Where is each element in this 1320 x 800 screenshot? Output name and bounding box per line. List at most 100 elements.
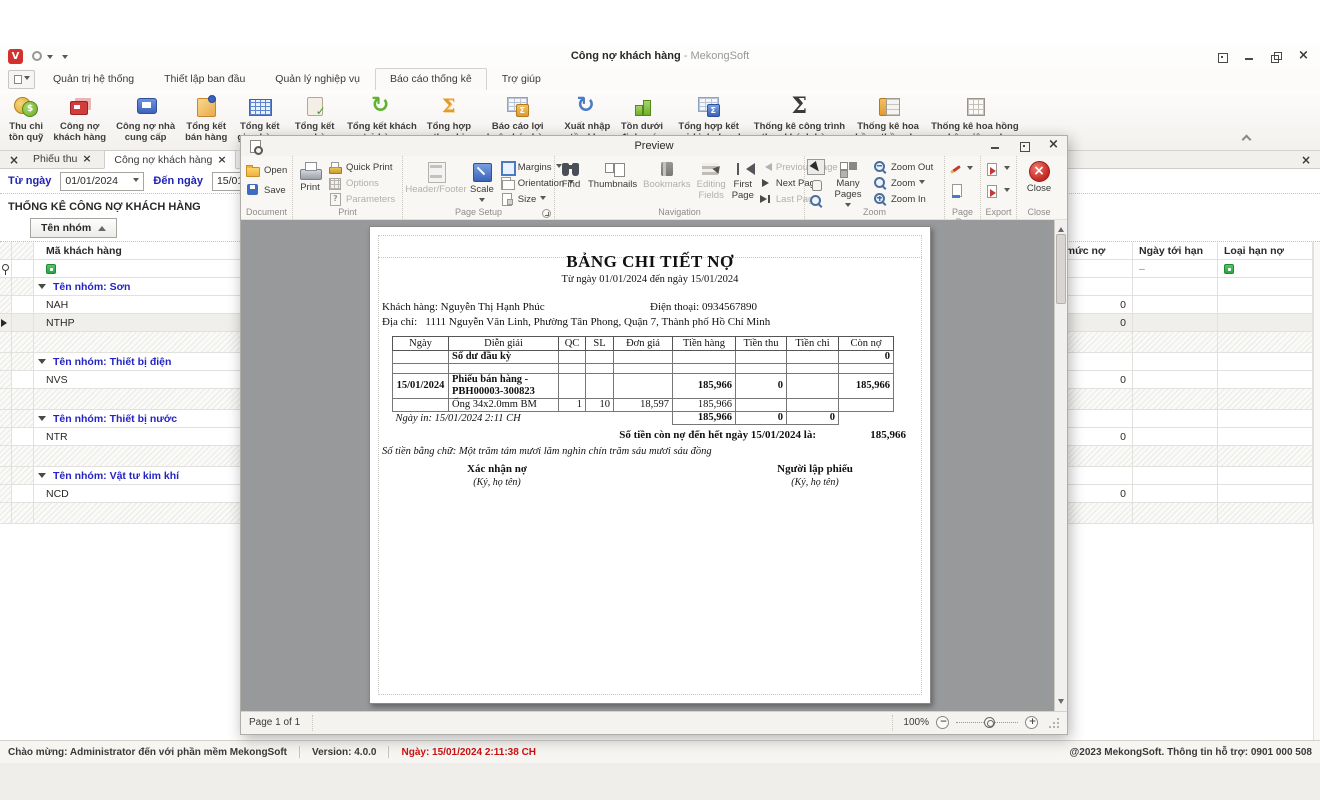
ribbon-button[interactable]: Công nợ khách hàng (48, 90, 111, 144)
close-preview-button[interactable]: Close (1019, 159, 1059, 195)
quick-print-button[interactable]: Quick Print (325, 159, 398, 175)
status-bar: Chào mừng: Administrator đến với phần mề… (0, 740, 1320, 763)
report-column-header: Đơn giá (613, 336, 673, 351)
ribbon-button[interactable]: Công nợ nhà cung cấp (111, 90, 180, 144)
preview-title-bar[interactable]: Preview (241, 136, 1067, 156)
save-button[interactable]: Save (243, 182, 290, 198)
options-button[interactable]: Options (325, 175, 398, 191)
resize-grip-icon[interactable] (1049, 718, 1059, 728)
ribbon-button[interactable]: Thu chi tồn quỹ (4, 90, 48, 144)
preview-scrollbar[interactable] (1054, 220, 1067, 711)
zoom-out-button[interactable]: Zoom Out (871, 159, 936, 175)
ribbon-tab-3[interactable]: Quản lý nghiệp vụ (260, 68, 375, 90)
editing-fields-button[interactable]: Editing Fields (694, 159, 729, 202)
next-page-icon (760, 177, 772, 189)
group-label-text: Tên nhóm: Thiết bị điện (53, 355, 172, 368)
scale-button[interactable]: Scale (467, 159, 497, 205)
collapse-group-icon[interactable] (38, 473, 46, 482)
ribbon-app-button[interactable] (8, 70, 35, 89)
send-document-button[interactable] (983, 183, 1014, 199)
ribbon-tab-2[interactable]: Thiết lập ban đầu (149, 68, 260, 90)
preview-minimize-icon[interactable] (990, 141, 1000, 151)
print-label: Print (300, 182, 320, 193)
filter-icon (46, 263, 56, 274)
hand-icon (810, 178, 822, 191)
debt-type-cell (1218, 296, 1313, 314)
first-page-label: First Page (731, 179, 754, 201)
preview-close-icon[interactable] (1048, 138, 1059, 152)
chevron-down-icon[interactable] (133, 177, 140, 185)
find-button[interactable]: Find (557, 159, 585, 191)
group-by-button[interactable]: Tên nhóm (30, 218, 118, 238)
preview-maximize-icon[interactable] (1019, 141, 1030, 152)
column-header-due-date[interactable]: Ngày tới hạn (1133, 242, 1218, 260)
expand-cell (12, 371, 34, 389)
zoom-button[interactable]: Zoom (871, 175, 936, 191)
address-row: Địa chỉ: 1111 Nguyễn Văn Linh, Phường Tâ… (382, 316, 918, 328)
ribbon-tab-1[interactable]: Quản trị hệ thống (38, 68, 149, 90)
zoom-slider-knob[interactable] (984, 717, 995, 729)
restore-icon[interactable] (1271, 51, 1282, 63)
hatch-cell (0, 503, 12, 524)
ribbon-tab-5[interactable]: Trợ giúp (487, 68, 556, 90)
zoom-in-button[interactable]: Zoom In (871, 191, 936, 207)
column-header-debt-type[interactable]: Loại hạn nợ (1218, 242, 1313, 260)
watermark-button[interactable] (947, 161, 978, 177)
sort-asc-icon (98, 222, 107, 231)
tab-phieu-thu[interactable]: Phiếu thu (24, 150, 100, 168)
close-tab-icon[interactable] (217, 153, 226, 167)
zoom-slider-track[interactable] (956, 717, 1018, 729)
collapse-group-icon[interactable] (38, 359, 46, 368)
header-footer-button[interactable]: Header/Footer (405, 159, 467, 196)
zoom-out-slider-icon[interactable] (936, 716, 950, 730)
scrollbar-thumb[interactable] (1056, 234, 1066, 304)
page-color-button[interactable] (947, 183, 978, 199)
debt-type-cell (1218, 314, 1313, 332)
filter-type-cell[interactable] (1218, 260, 1313, 278)
report-totals-row: Ngày in: 15/01/2024 2:11 CH 185,966 0 0 (393, 411, 894, 426)
thumbnails-button[interactable]: Thumbnails (585, 159, 640, 191)
close-tab-icon[interactable] (82, 152, 91, 166)
ribbon-button[interactable]: Tổng kết bán hàng (180, 90, 232, 144)
report-column-header: Ngày (392, 336, 449, 351)
zoom-in-label: Zoom In (891, 193, 926, 205)
filter-due-cell[interactable]: – (1133, 260, 1218, 278)
minimize-icon[interactable] (1244, 52, 1254, 62)
save-label: Save (264, 184, 286, 196)
fullscreen-icon[interactable] (1217, 52, 1228, 63)
collapse-group-icon[interactable] (38, 416, 46, 425)
expand-cell (12, 353, 34, 371)
hatch-cell (12, 503, 34, 524)
export-document-button[interactable] (983, 161, 1014, 177)
parameters-button[interactable]: Parameters (325, 191, 398, 207)
size-label: Size (517, 193, 537, 205)
debt-type-cell (1218, 485, 1313, 503)
from-date-input[interactable]: 01/01/2024 (60, 171, 145, 191)
open-button[interactable]: Open (243, 162, 290, 178)
zoom-in-slider-icon[interactable] (1025, 716, 1039, 730)
expand-cell (12, 278, 34, 296)
group-label: Page B... (951, 207, 974, 227)
collapse-group-icon[interactable] (38, 284, 46, 293)
due-date-cell (1133, 296, 1218, 314)
ribbon-tab-4[interactable]: Báo cáo thống kê (374, 68, 487, 90)
tab-cong-no-khach-hang[interactable]: Công nợ khách hàng (104, 150, 237, 169)
many-pages-button[interactable]: Many Pages (825, 159, 871, 210)
last-page-icon (759, 193, 772, 205)
separator (388, 746, 390, 758)
report-cell (585, 349, 614, 365)
table-sigma2-icon (696, 93, 722, 119)
pointer-tool-button[interactable] (807, 159, 825, 175)
bookmarks-button[interactable]: Bookmarks (640, 159, 694, 191)
type-cell (1218, 278, 1313, 296)
window-title-text: Công nợ khách hàng (570, 50, 681, 62)
group-label: Print (338, 207, 357, 217)
title-bar: Công nợ khách hàng - MekongSoft (0, 45, 1320, 68)
close-document-icon[interactable] (6, 152, 20, 168)
print-button[interactable]: Print (295, 159, 325, 194)
close-icon[interactable] (1298, 49, 1309, 63)
close-tabstrip-icon[interactable] (1298, 152, 1312, 168)
first-page-button[interactable]: First Page (729, 159, 757, 202)
coins-icon (13, 93, 39, 119)
hand-tool-button[interactable] (807, 176, 825, 192)
